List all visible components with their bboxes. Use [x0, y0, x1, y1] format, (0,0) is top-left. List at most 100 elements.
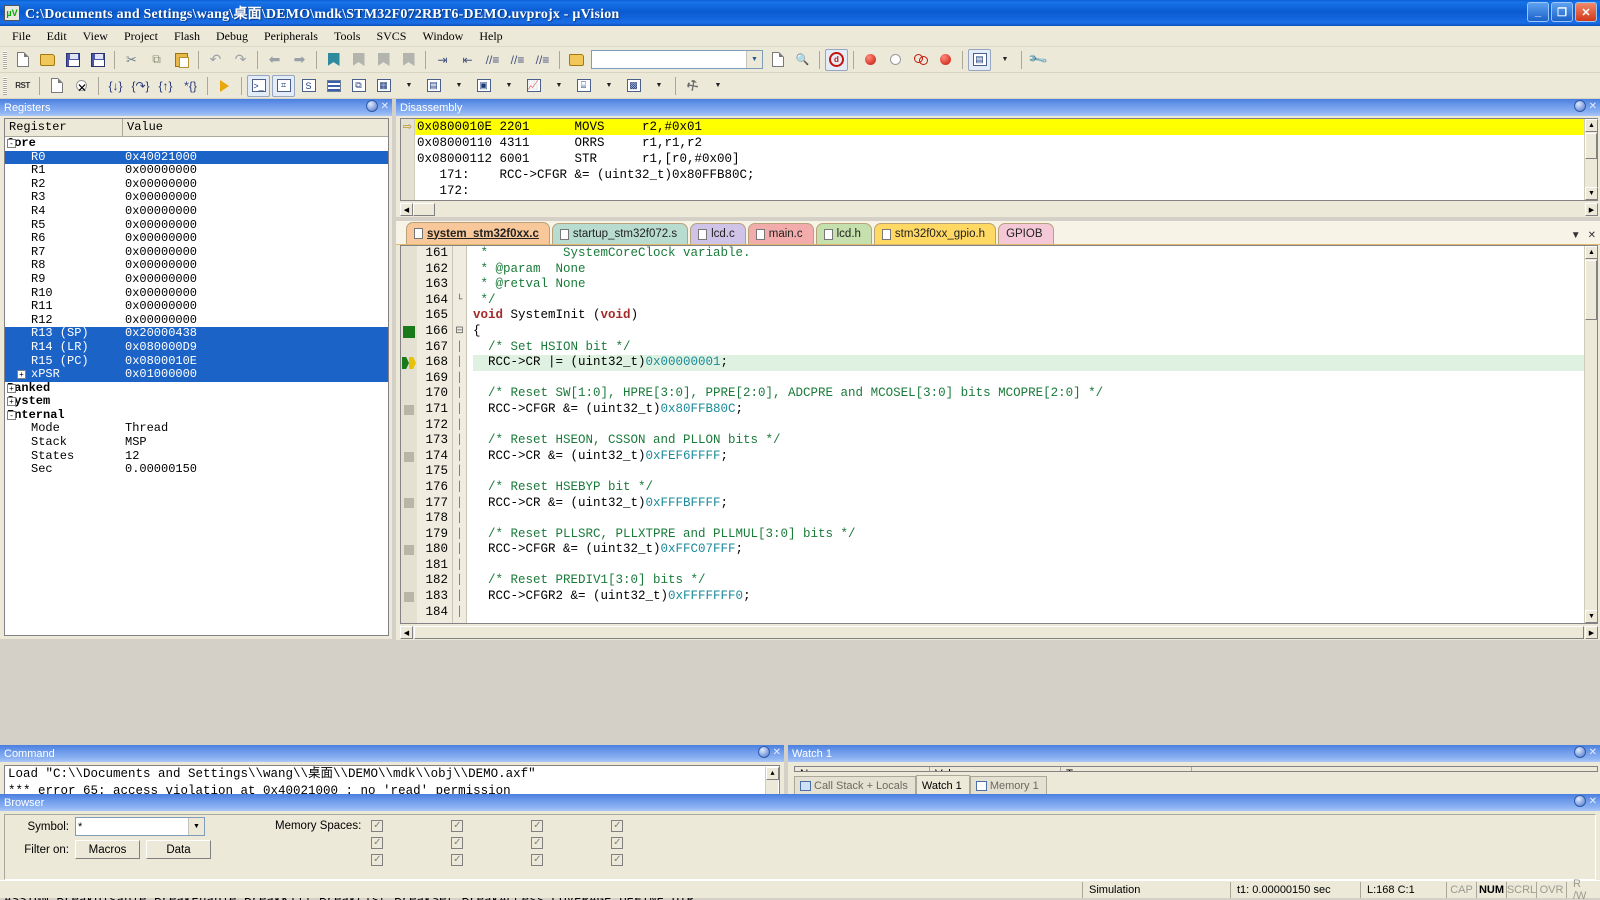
editor-code-line[interactable]: RCC->CR |= (uint32_t)0x00000001; — [473, 355, 1597, 371]
editor-fold-margin[interactable]: └ ⊟ │ │ │ │ │ │ │ │ │ │ │ │ │ │ │ │ │ │ — [453, 246, 467, 623]
chevron-down-icon[interactable]: ▼ — [1002, 56, 1009, 63]
tab-watch-1[interactable]: Watch 1 — [915, 775, 970, 794]
disable-breakpoint-button[interactable] — [884, 49, 907, 71]
indent-button[interactable]: ⇥ — [431, 49, 454, 71]
registers-grid[interactable]: Register Value - Core R0 0x40021000 R1 0x0000… — [4, 118, 389, 636]
register-row[interactable]: R15 (PC) 0x0800010E — [5, 354, 388, 369]
editor-code-line[interactable]: /* Reset SW[1:0], HPRE[3:0], PPRE[2:0], … — [473, 386, 1597, 402]
editor-tab-lcd-c[interactable]: lcd.c — [690, 223, 746, 244]
editor-line-marker[interactable] — [401, 324, 417, 340]
editor-code-line[interactable]: * @retval None — [473, 277, 1597, 293]
editor-fold-marker[interactable]: ⊟ — [453, 324, 466, 340]
editor-code-line[interactable]: RCC->CFGR2 &= (uint32_t)0xFFFFFFF0; — [473, 589, 1597, 605]
disassembly-line[interactable]: 0x0800010E 2201 MOVS r2,#0x01 — [415, 119, 1597, 135]
collapse-icon[interactable]: - — [7, 139, 16, 148]
register-value-cell[interactable]: 0x00000000 — [125, 164, 197, 178]
register-value-cell[interactable]: 0x00000000 — [125, 259, 197, 273]
editor-line-marker[interactable] — [401, 558, 417, 574]
memory-space-checkbox[interactable]: ✓ — [371, 820, 384, 832]
toolbox-button[interactable]: ⚒ — [681, 75, 704, 97]
register-value-cell[interactable]: MSP — [125, 435, 147, 450]
editor-line-marker[interactable] — [401, 542, 417, 558]
symbol-input[interactable]: * — [78, 821, 82, 833]
register-row[interactable]: R8 0x00000000 — [5, 259, 388, 273]
comment-button[interactable]: //≡ — [481, 49, 504, 71]
scroll-down-arrow[interactable]: ▼ — [1585, 610, 1597, 623]
column-header-name[interactable]: Name — [795, 767, 930, 771]
redo-button[interactable]: ↷ — [229, 49, 252, 71]
editor-tab-startup-stm32f072-s[interactable]: startup_stm32f072.s — [551, 223, 689, 244]
register-value-cell[interactable]: 0x00000000 — [125, 177, 197, 192]
disassembly-margin[interactable]: ⇨ — [401, 119, 415, 200]
command-panel-controls[interactable]: ✕ — [757, 746, 781, 758]
register-value-cell[interactable]: Thread — [125, 422, 168, 436]
menu-item-debug[interactable]: Debug — [208, 27, 256, 46]
menu-item-file[interactable]: File — [4, 27, 39, 46]
editor-line-marker[interactable] — [401, 371, 417, 387]
chevron-down-icon[interactable]: ▼ — [188, 818, 204, 835]
analysis-windows-dropdown[interactable]: ▼ — [547, 75, 570, 97]
editor-fold-marker[interactable]: │ — [453, 511, 466, 527]
command-window-button[interactable]: >_ — [247, 74, 270, 97]
show-next-statement-button[interactable] — [213, 75, 236, 97]
scroll-left-arrow[interactable]: ◀ — [400, 626, 413, 639]
next-bookmark-button[interactable] — [372, 49, 395, 71]
filter-data-button[interactable]: Data — [146, 840, 211, 859]
editor-fold-marker[interactable]: │ — [453, 480, 466, 496]
disassembly-hscrollbar[interactable]: ◀ ▶ — [400, 202, 1598, 217]
editor-code-line[interactable] — [473, 511, 1597, 527]
editor-tab-bar[interactable]: system_stm32f0xx.c startup_stm32f072.s lcd… — [396, 221, 1600, 245]
step-into-button[interactable]: {↓} — [104, 75, 127, 97]
register-value-cell[interactable]: 0x00000000 — [125, 313, 197, 328]
reset-cpu-button[interactable]: RST — [11, 75, 34, 97]
menu-item-svcs[interactable]: SVCS — [368, 27, 414, 46]
editor-tab-stm32f0xx-gpio-h[interactable]: stm32f0xx_gpio.h — [873, 223, 997, 244]
close-icon[interactable]: ✕ — [1589, 747, 1597, 758]
column-header-type[interactable]: Type — [1061, 767, 1192, 771]
editor-line-marker[interactable] — [401, 386, 417, 402]
memory-space-checkbox[interactable]: ✓ — [451, 820, 464, 832]
filter-macros-button[interactable]: Macros — [75, 840, 140, 859]
editor-code-line[interactable] — [473, 371, 1597, 387]
chevron-down-icon[interactable]: ▼ — [606, 82, 613, 89]
editor-code-line[interactable]: void SystemInit (void) — [473, 308, 1597, 324]
editor-fold-marker[interactable]: │ — [453, 433, 466, 449]
uncomment-button[interactable]: //≡ — [506, 49, 529, 71]
register-row[interactable]: R3 0x00000000 — [5, 191, 388, 205]
editor-line-marker[interactable] — [401, 402, 417, 418]
expand-icon[interactable]: + — [7, 397, 16, 407]
register-value-cell[interactable]: 0x0800010E — [125, 354, 197, 369]
editor-fold-marker[interactable] — [453, 277, 466, 293]
editor-fold-marker[interactable] — [453, 262, 466, 278]
close-tab-icon[interactable]: ✕ — [1588, 230, 1596, 241]
editor-fold-marker[interactable]: └ — [453, 293, 466, 309]
debug-toolbar[interactable]: RST ✕ {↓} {↷} {↑} *{} >_ ⌗ S ⧉ ▦ ▼ ▤ ▼ ▣… — [0, 73, 1600, 99]
editor-line-marker[interactable] — [401, 573, 417, 589]
register-row[interactable]: - Internal — [5, 408, 388, 423]
kill-all-breakpoints-button[interactable] — [909, 49, 932, 71]
toolbar-grip[interactable] — [3, 76, 7, 95]
menu-item-help[interactable]: Help — [471, 27, 510, 46]
tab-call-stack-locals[interactable]: Call Stack + Locals — [794, 776, 916, 794]
uncomment2-button[interactable]: //≡ — [531, 49, 554, 71]
editor-tab-main-c[interactable]: main.c — [747, 223, 814, 244]
registers-panel-controls[interactable]: ✕ — [365, 100, 389, 112]
editor-fold-marker[interactable]: │ — [453, 527, 466, 543]
disassembly-line[interactable]: 172: — [415, 183, 1597, 199]
editor-fold-marker[interactable]: │ — [453, 605, 466, 621]
expand-icon[interactable]: + — [7, 383, 16, 393]
trace-windows-button[interactable]: ⌸ — [572, 75, 595, 97]
memory-space-checkbox[interactable]: ✓ — [451, 837, 464, 849]
editor-tab-system-stm32f0xx-c[interactable]: system_stm32f0xx.c — [406, 222, 550, 244]
save-all-button[interactable] — [86, 49, 109, 71]
scroll-up-arrow[interactable]: ▲ — [766, 767, 779, 780]
editor-line-marker[interactable] — [401, 589, 417, 605]
editor-fold-marker[interactable]: │ — [453, 573, 466, 589]
editor-line-marker[interactable] — [401, 433, 417, 449]
register-row[interactable]: Stack MSP — [5, 435, 388, 450]
main-toolbar[interactable]: ✂ ⧉ ↶ ↷ ⬅ ➡ ⇥ ⇤ //≡ //≡ //≡ ▼ 🔍 d ▤ ▼ 🔧 — [0, 47, 1600, 73]
chevron-down-icon[interactable]: ▼ — [456, 82, 463, 89]
register-value-cell[interactable]: 0x00000000 — [125, 245, 197, 260]
register-row[interactable]: R0 0x40021000 — [5, 150, 388, 165]
column-header-value[interactable]: Value — [930, 767, 1061, 771]
